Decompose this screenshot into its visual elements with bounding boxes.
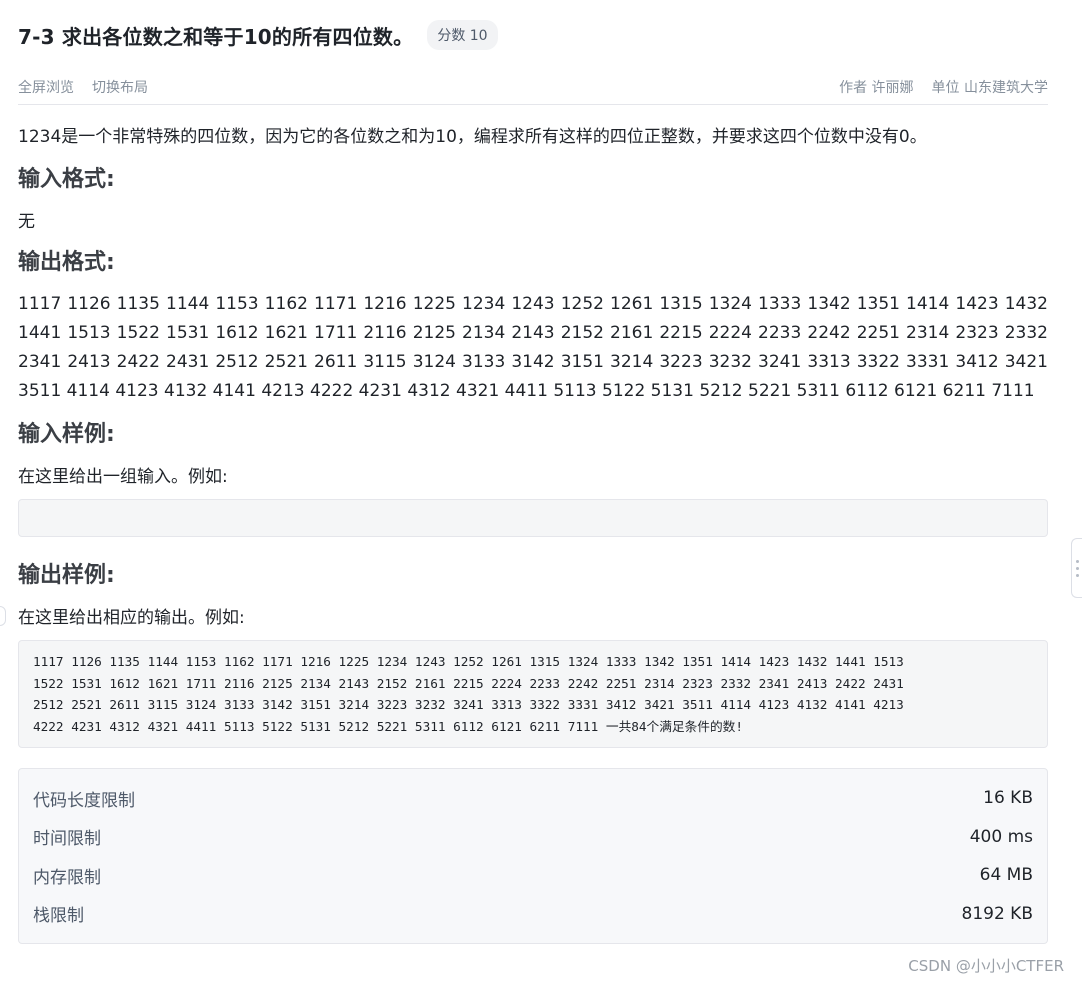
unit-info: 单位 山东建筑大学 <box>932 77 1048 97</box>
author-label: 作者 <box>839 80 868 96</box>
sample-input-box[interactable] <box>18 499 1048 537</box>
switch-layout-button[interactable]: 切换布局 <box>92 77 148 97</box>
sample-input-heading: 输入样例: <box>18 422 115 447</box>
sample-input-intro: 在这里给出一组输入。例如: <box>18 467 228 487</box>
limit-row: 内存限制 64 MB <box>33 856 1033 895</box>
limit-label: 内存限制 <box>33 867 101 888</box>
unit-label: 单位 <box>931 80 960 96</box>
problem-info: 作者 许丽娜 单位 山东建筑大学 <box>839 77 1048 97</box>
input-format-heading: 输入格式: <box>18 167 115 192</box>
output-format-heading: 输出格式: <box>18 250 115 275</box>
limit-label: 时间限制 <box>33 829 101 850</box>
limit-label: 栈限制 <box>33 906 84 927</box>
handle-dot <box>1075 559 1079 563</box>
unit-value: 山东建筑大学 <box>964 80 1048 96</box>
limit-value: 400 ms <box>969 826 1033 847</box>
collapse-handle[interactable] <box>0 606 6 626</box>
limit-value: 64 MB <box>979 865 1033 886</box>
fullscreen-button[interactable]: 全屏浏览 <box>18 77 74 97</box>
limit-row: 时间限制 400 ms <box>33 818 1033 857</box>
limit-value: 16 KB <box>983 788 1033 809</box>
limits-panel: 代码长度限制 16 KB 时间限制 400 ms 内存限制 64 MB 栈限制 … <box>18 768 1048 944</box>
limit-row: 代码长度限制 16 KB <box>33 779 1033 818</box>
title-row: 7-3 求出各位数之和等于10的所有四位数。 分数 10 <box>18 0 1048 70</box>
problem-page: 7-3 求出各位数之和等于10的所有四位数。 分数 10 全屏浏览 切换布局 作… <box>18 0 1048 944</box>
input-format-text: 无 <box>18 212 35 232</box>
limit-label: 代码长度限制 <box>33 790 135 811</box>
limit-row: 栈限制 8192 KB <box>33 895 1033 934</box>
meta-row: 全屏浏览 切换布局 作者 许丽娜 单位 山东建筑大学 <box>18 70 1048 105</box>
author-value: 许丽娜 <box>871 80 914 96</box>
limit-value: 8192 KB <box>961 903 1033 924</box>
handle-dot <box>1075 566 1079 570</box>
watermark: CSDN @小小小CTFER <box>906 953 1066 978</box>
drag-handle-icon[interactable] <box>1071 538 1082 598</box>
score-badge: 分数 10 <box>427 20 498 50</box>
view-controls: 全屏浏览 切换布局 <box>18 77 148 97</box>
sample-output-heading: 输出样例: <box>18 563 115 588</box>
problem-title: 7-3 求出各位数之和等于10的所有四位数。 <box>18 24 414 49</box>
problem-description: 1234是一个非常特殊的四位数，因为它的各位数之和为10，编程求所有这样的四位正… <box>18 127 927 147</box>
handle-dot <box>1075 573 1079 577</box>
output-format-text: 1117 1126 1135 1144 1153 1162 1171 1216 … <box>18 294 1048 401</box>
author-info: 作者 许丽娜 <box>839 77 913 97</box>
sample-output-intro: 在这里给出相应的输出。例如: <box>18 608 245 628</box>
sample-output-box[interactable]: 1117 1126 1135 1144 1153 1162 1171 1216 … <box>18 640 1048 748</box>
